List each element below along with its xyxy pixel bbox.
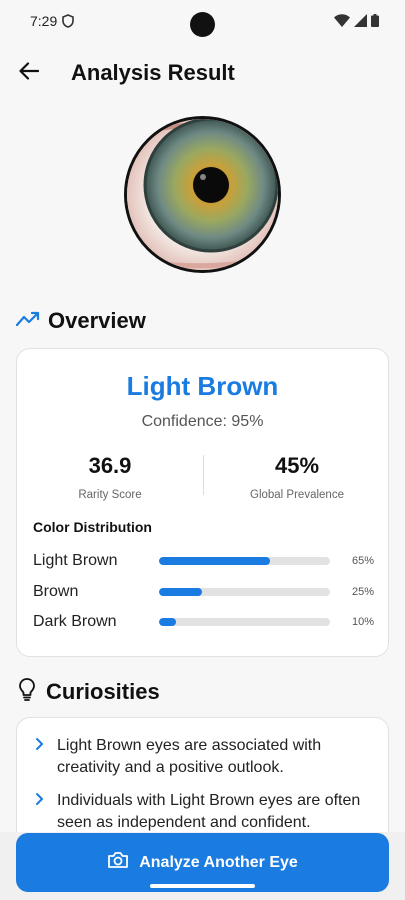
rarity-score-label: Rarity Score: [78, 489, 142, 501]
distribution-fill: [159, 557, 271, 565]
overview-title: Overview: [48, 308, 146, 333]
battery-icon: [371, 14, 379, 32]
list-item: Light Brown eyes are associated with cre…: [35, 735, 370, 779]
lightbulb-icon: [16, 677, 38, 706]
overview-header: Overview: [15, 308, 146, 334]
page-title: Analysis Result: [71, 60, 235, 85]
distribution-percent: 25%: [351, 586, 374, 598]
analyze-button-label: Analyze Another Eye: [139, 853, 298, 871]
global-prevalence-label: Global Prevalence: [250, 489, 344, 501]
distribution-bar: [159, 588, 330, 596]
status-bar: 7:29: [0, 0, 405, 44]
home-indicator: [150, 884, 255, 888]
prevalence-stat: 45% Global Prevalence: [204, 453, 390, 501]
distribution-fill: [159, 618, 177, 626]
back-button[interactable]: [14, 58, 44, 88]
rarity-score-value: 36.9: [88, 453, 132, 478]
curiosity-text: Light Brown eyes are associated with cre…: [57, 737, 322, 776]
distribution-label: Light Brown: [33, 552, 118, 569]
shield-icon: [62, 14, 74, 33]
signal-icon: [354, 14, 367, 32]
arrow-left-icon: [19, 61, 40, 85]
distribution-row: Dark Brown 10%: [33, 611, 374, 633]
distribution-label: Dark Brown: [33, 613, 117, 630]
eye-photo: [124, 116, 281, 273]
trending-up-icon: [15, 310, 40, 333]
distribution-bar: [159, 618, 330, 626]
distribution-row: Brown 25%: [33, 581, 374, 603]
rarity-stat: 36.9 Rarity Score: [17, 453, 203, 501]
list-item: Individuals with Light Brown eyes are of…: [35, 790, 370, 834]
app-bar: Analysis Result: [0, 52, 405, 94]
curiosities-header: Curiosities: [16, 677, 160, 706]
overview-card: Light Brown Confidence: 95% 36.9 Rarity …: [16, 348, 389, 657]
camera-cutout: [190, 12, 215, 37]
status-icons: [334, 14, 379, 32]
distribution-row: Light Brown 65%: [33, 550, 374, 572]
distribution-percent: 10%: [351, 616, 374, 628]
camera-icon: [107, 851, 129, 874]
wifi-icon: [334, 14, 350, 32]
distribution-title: Color Distribution: [33, 519, 152, 535]
global-prevalence-value: 45%: [274, 453, 320, 478]
detected-color: Light Brown: [126, 371, 279, 401]
curiosity-text: Individuals with Light Brown eyes are of…: [57, 792, 361, 831]
status-time: 7:29: [30, 13, 58, 29]
distribution-bar: [159, 557, 330, 565]
distribution-percent: 65%: [351, 555, 374, 567]
distribution-label: Brown: [33, 583, 79, 600]
chevron-right-icon: [35, 737, 57, 779]
chevron-right-icon: [35, 792, 57, 834]
curiosities-title: Curiosities: [46, 678, 160, 704]
distribution-fill: [159, 588, 202, 596]
confidence-text: Confidence: 95%: [141, 413, 264, 430]
